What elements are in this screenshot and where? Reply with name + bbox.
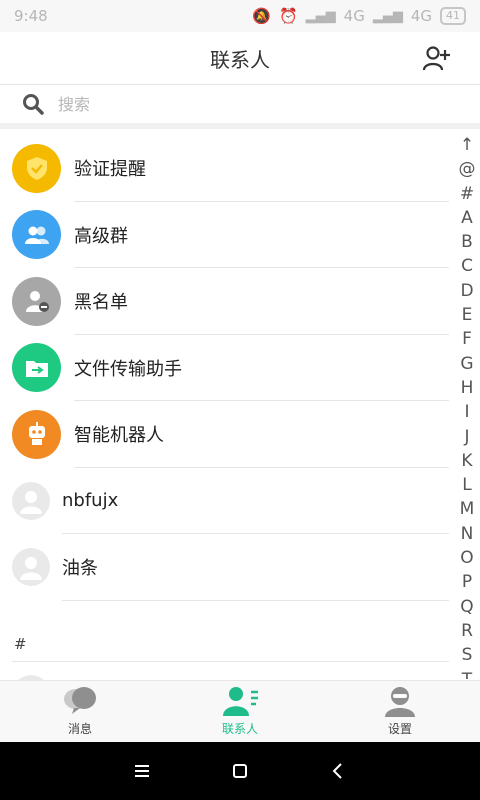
index-letter[interactable]: K: [461, 449, 472, 473]
contacts-icon: [223, 687, 258, 716]
index-letter[interactable]: C: [461, 254, 473, 278]
contact-name: 油条: [62, 558, 98, 580]
index-letter[interactable]: B: [461, 230, 473, 254]
folder-transfer-icon: [12, 343, 61, 393]
tab-label: 消息: [67, 722, 92, 736]
index-letter[interactable]: @: [459, 157, 476, 181]
battery-icon: 41: [440, 7, 466, 25]
tab-label: 设置: [387, 722, 412, 736]
list-item-label: 高级群: [74, 225, 128, 247]
page-title: 联系人: [210, 47, 270, 72]
list-item-advanced-group[interactable]: 高级群: [0, 202, 455, 268]
divider: [62, 599, 449, 601]
index-letter[interactable]: S: [462, 643, 473, 667]
home-icon[interactable]: [231, 762, 249, 780]
group-icon: [12, 210, 61, 260]
system-nav-bar: [0, 742, 480, 800]
default-avatar-icon: [12, 548, 50, 587]
network-type-1: 4G: [343, 7, 365, 25]
list-item-label: 验证提醒: [74, 159, 146, 181]
header: 联系人: [0, 32, 480, 85]
index-letter[interactable]: F: [462, 327, 472, 351]
blocked-user-icon: [12, 276, 61, 326]
list-item-verification[interactable]: 验证提醒: [0, 135, 455, 202]
list-item-label: 文件传输助手: [74, 358, 182, 380]
list-item-label: 黑名单: [74, 292, 128, 314]
mute-icon: 🔕: [252, 7, 271, 25]
menu-icon[interactable]: [133, 762, 151, 780]
contact-row[interactable]: 油条: [0, 534, 455, 601]
index-letter[interactable]: J: [464, 425, 469, 449]
contact-list: 验证提醒 高级群 黑名单 文件传输助手 智能机器人 nbfujx 油条 #: [0, 135, 455, 680]
index-letter[interactable]: R: [461, 619, 473, 643]
bottom-tab-bar: 消息 联系人 设置: [0, 680, 480, 743]
signal-icon: ▂▄▆: [305, 8, 336, 24]
index-letter[interactable]: E: [462, 303, 473, 327]
contact-name: nbfujx: [62, 490, 119, 512]
settings-avatar-icon: [385, 687, 415, 717]
index-letter[interactable]: P: [462, 570, 472, 594]
list-item-robot[interactable]: 智能机器人: [0, 401, 455, 468]
status-bar: 9:48 🔕 ⏰ ▂▄▆ 4G ▂▄▆ 4G 41: [0, 0, 480, 32]
shield-icon: [12, 143, 61, 193]
index-letter[interactable]: #: [460, 182, 474, 206]
search-input[interactable]: [56, 93, 420, 115]
tab-contacts[interactable]: 联系人: [160, 681, 320, 743]
network-type-2: 4G: [410, 7, 432, 25]
index-letter[interactable]: T: [462, 668, 472, 679]
list-item-label: 智能机器人: [74, 425, 164, 447]
index-letter[interactable]: O: [460, 546, 473, 570]
index-letter[interactable]: H: [461, 376, 474, 400]
status-time: 9:48: [14, 7, 48, 25]
index-letter[interactable]: D: [460, 279, 473, 303]
divider: [12, 661, 449, 662]
index-letter[interactable]: N: [461, 522, 474, 546]
search-bar[interactable]: [0, 85, 480, 129]
status-icons: 🔕 ⏰ ▂▄▆ 4G ▂▄▆ 4G 41: [252, 7, 466, 25]
index-letter[interactable]: I: [464, 400, 469, 424]
index-letter[interactable]: M: [460, 497, 475, 521]
index-letter[interactable]: G: [460, 352, 473, 376]
default-avatar-icon: [12, 481, 50, 520]
index-letter[interactable]: L: [462, 473, 471, 497]
alphabet-index[interactable]: ↑@#ABCDEFGHIJKLMNOPQRST: [456, 133, 478, 679]
alarm-icon: ⏰: [278, 7, 298, 25]
index-letter[interactable]: A: [461, 206, 473, 230]
contact-row[interactable]: nbfujx: [0, 468, 455, 534]
tab-label: 联系人: [221, 722, 258, 736]
robot-icon: [12, 409, 61, 459]
list-item-file-transfer[interactable]: 文件传输助手: [0, 335, 455, 401]
back-icon[interactable]: [329, 762, 347, 780]
add-friend-icon[interactable]: [422, 44, 452, 74]
chat-bubbles-icon: [64, 687, 96, 714]
list-item-blacklist[interactable]: 黑名单: [0, 268, 455, 335]
index-letter[interactable]: Q: [460, 595, 473, 619]
tab-messages[interactable]: 消息: [0, 681, 160, 743]
signal-icon-2: ▂▄▆: [372, 8, 403, 24]
section-header: #: [14, 635, 27, 653]
tab-settings[interactable]: 设置: [320, 681, 480, 743]
index-letter[interactable]: ↑: [460, 133, 474, 157]
search-icon: [23, 94, 44, 115]
